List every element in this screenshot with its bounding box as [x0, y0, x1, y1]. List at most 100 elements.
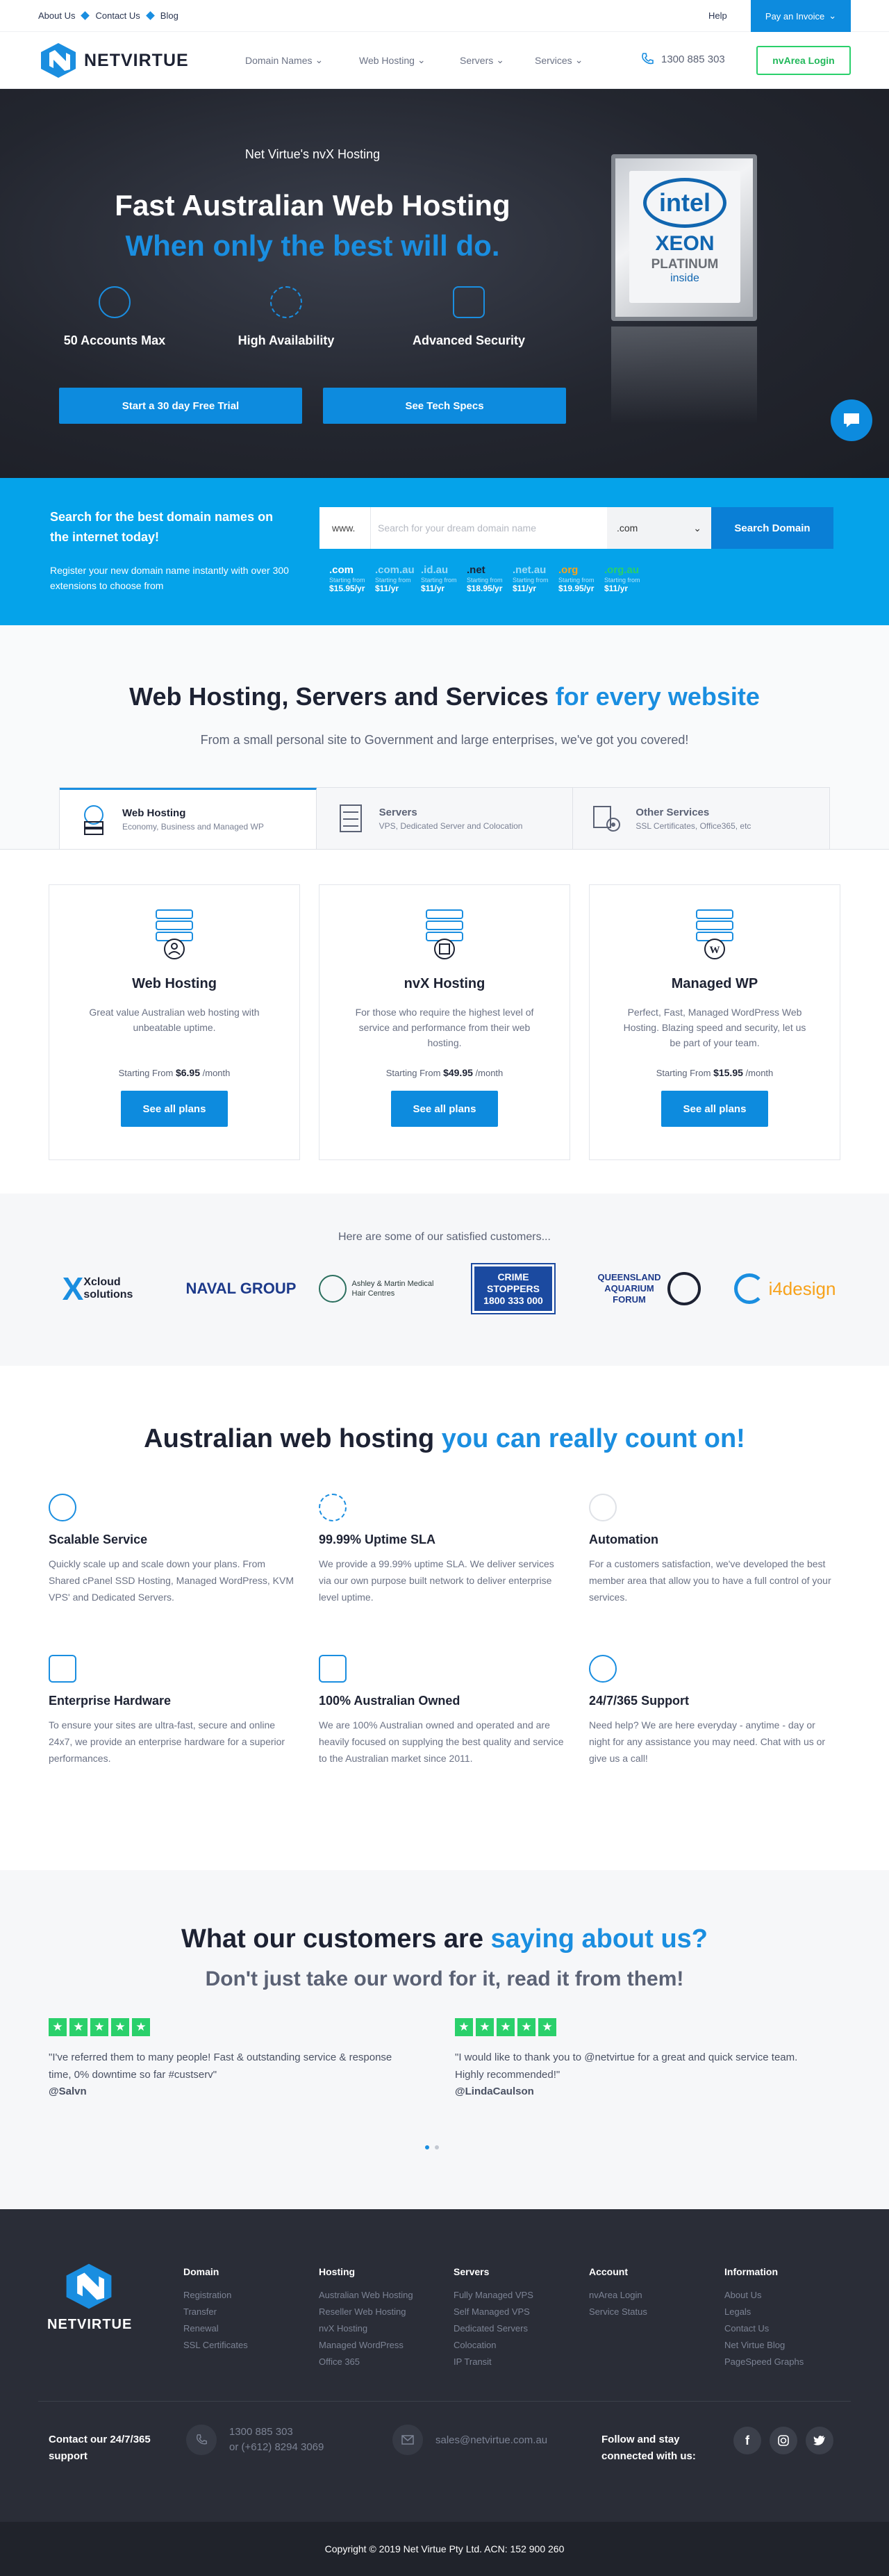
price-value: $6.95 — [175, 1067, 201, 1078]
chevron-down-icon: ⌄ — [496, 54, 504, 65]
intel-logo: intel — [643, 178, 726, 228]
nav-services[interactable]: Services ⌄ — [535, 54, 583, 66]
tld-label: Starting from — [329, 577, 365, 584]
footer-link[interactable]: PageSpeed Graphs — [724, 2354, 849, 2370]
chat-button[interactable] — [831, 399, 872, 441]
footer-phone-1: 1300 885 303 — [229, 2426, 293, 2438]
footer-email[interactable]: sales@netvirtue.com.au — [392, 2425, 547, 2455]
tab-web-hosting[interactable]: Web Hosting Economy, Business and Managed… — [60, 788, 317, 849]
chevron-down-icon: ⌄ — [574, 54, 583, 65]
carousel-dot[interactable] — [425, 2145, 429, 2149]
footer-link[interactable]: IP Transit — [454, 2354, 579, 2370]
tab-servers[interactable]: Servers VPS, Dedicated Server and Colocat… — [317, 788, 574, 849]
nav-domain-names[interactable]: Domain Names ⌄ — [245, 54, 323, 66]
star-icon: ★ — [476, 2018, 494, 2036]
separator-icon — [145, 11, 155, 20]
see-all-plans-button[interactable]: See all plans — [661, 1091, 768, 1127]
twitter-icon[interactable] — [806, 2427, 833, 2454]
footer-phone[interactable]: 1300 885 303 or (+612) 8294 3069 — [186, 2425, 324, 2455]
footer-link[interactable]: nvArea Login — [589, 2287, 714, 2304]
footer-column-title: Hosting — [319, 2266, 356, 2277]
footer-link[interactable]: Office 365 — [319, 2354, 444, 2370]
carousel-dot[interactable] — [435, 2145, 439, 2149]
testimonials-subheading: Don't just take our word for it, read it… — [205, 1967, 684, 1990]
tld-item[interactable]: .org Starting from $19.95/yr — [558, 564, 604, 593]
footer-column-title: Domain — [183, 2266, 219, 2277]
nav-servers[interactable]: Servers ⌄ — [460, 54, 504, 66]
footer-link[interactable]: Reseller Web Hosting — [319, 2304, 444, 2320]
plan-price: Starting From $49.95 /month — [319, 1067, 570, 1078]
gear-server-icon — [593, 806, 621, 832]
contact-us-link[interactable]: Contact Us — [95, 10, 140, 21]
customers-title: Here are some of our satisfied customers… — [338, 1231, 551, 1243]
header-phone[interactable]: 1300 885 303 — [640, 52, 725, 66]
footer-link[interactable]: Service Status — [589, 2304, 714, 2320]
free-trial-button[interactable]: Start a 30 day Free Trial — [59, 388, 302, 424]
testimonial-author[interactable]: @Salvn — [49, 2086, 410, 2097]
tld-name: .net.au — [513, 564, 547, 576]
tld-item[interactable]: .org.au Starting from $11/yr — [604, 564, 650, 593]
see-all-plans-button[interactable]: See all plans — [391, 1091, 498, 1127]
brand-logo[interactable]: NETVIRTUE — [38, 42, 189, 79]
see-all-plans-button[interactable]: See all plans — [121, 1091, 228, 1127]
domain-title: Search for the best domain names on the … — [50, 510, 274, 544]
tab-other-services[interactable]: Other Services SSL Certificates, Office36… — [573, 788, 829, 849]
customer-logo-i4design: i4design — [726, 1264, 844, 1313]
nvarea-login-button[interactable]: nvArea Login — [756, 46, 851, 75]
extension-select[interactable]: .com ⌄ — [607, 507, 711, 549]
blog-link[interactable]: Blog — [160, 10, 178, 21]
pay-invoice-button[interactable]: Pay an Invoice ⌄ — [751, 0, 851, 32]
nav-web-hosting[interactable]: Web Hosting ⌄ — [359, 54, 426, 66]
domain-desc: Register your new domain name instantly … — [50, 565, 289, 591]
tld-name: .id.au — [421, 564, 449, 576]
footer-link[interactable]: Managed WordPress — [319, 2337, 444, 2354]
tech-specs-button[interactable]: See Tech Specs — [323, 388, 566, 424]
help-link[interactable]: Help — [708, 10, 727, 21]
footer-link[interactable]: Legals — [724, 2304, 849, 2320]
footer-logo[interactable]: NETVIRTUE — [47, 2262, 131, 2333]
about-us-link[interactable]: About Us — [38, 10, 75, 21]
netvirtue-logo-icon — [66, 2263, 112, 2309]
footer-link[interactable]: nvX Hosting — [319, 2320, 444, 2337]
search-domain-button[interactable]: Search Domain — [711, 507, 833, 549]
testimonial-author[interactable]: @LindaCaulson — [455, 2086, 816, 2097]
footer-link[interactable]: Net Virtue Blog — [724, 2337, 849, 2354]
footer-link[interactable]: Self Managed VPS — [454, 2304, 579, 2320]
feature-desc: We provide a 99.99% uptime SLA. We deliv… — [319, 1558, 554, 1603]
tld-label: Starting from — [467, 577, 503, 584]
chat-bubble-icon — [844, 413, 859, 427]
logo-text: i4design — [768, 1278, 836, 1299]
facebook-icon[interactable]: f — [733, 2427, 761, 2454]
footer-link[interactable]: SSL Certificates — [183, 2337, 308, 2354]
footer-link[interactable]: Renewal — [183, 2320, 308, 2337]
footer-contact-label: Contact our 24/7/365 support — [49, 2434, 151, 2462]
instagram-icon[interactable] — [770, 2427, 797, 2454]
footer-link[interactable]: Dedicated Servers — [454, 2320, 579, 2337]
feature-title: Scalable Service — [49, 1533, 148, 1546]
tld-label: Starting from — [375, 577, 411, 584]
footer-column-domain: Domain Registration Transfer Renewal SSL… — [183, 2266, 308, 2354]
copyright-bar: Copyright © 2019 Net Virtue Pty Ltd. ACN… — [0, 2522, 889, 2576]
footer-link[interactable]: Fully Managed VPS — [454, 2287, 579, 2304]
footer-link[interactable]: Contact Us — [724, 2320, 849, 2337]
inside-label: inside — [670, 272, 699, 284]
chip-reflection — [611, 327, 757, 424]
footer-link[interactable]: About Us — [724, 2287, 849, 2304]
footer-link[interactable]: Transfer — [183, 2304, 308, 2320]
domain-search-input[interactable]: Search for your dream domain name — [371, 507, 607, 549]
automation-icon — [589, 1494, 617, 1521]
footer-column-servers: Servers Fully Managed VPS Self Managed V… — [454, 2266, 579, 2370]
footer-link[interactable]: Registration — [183, 2287, 308, 2304]
star-icon: ★ — [497, 2018, 515, 2036]
tld-item[interactable]: .com.au Starting from $11/yr — [375, 564, 421, 593]
plan-desc: Perfect, Fast, Managed WordPress Web Hos… — [623, 1007, 806, 1048]
plan-card: W Managed WP Perfect, Fast, Managed Word… — [589, 884, 840, 1160]
extension-value: .com — [617, 522, 638, 534]
tld-item[interactable]: .com Starting from $15.95/yr — [329, 564, 375, 593]
tld-item[interactable]: .net.au Starting from $11/yr — [513, 564, 558, 593]
nav-label: Services — [535, 54, 572, 66]
tld-item[interactable]: .net Starting from $18.95/yr — [467, 564, 513, 593]
footer-link[interactable]: Colocation — [454, 2337, 579, 2354]
tld-item[interactable]: .id.au Starting from $11/yr — [421, 564, 467, 593]
footer-link[interactable]: Australian Web Hosting — [319, 2287, 444, 2304]
